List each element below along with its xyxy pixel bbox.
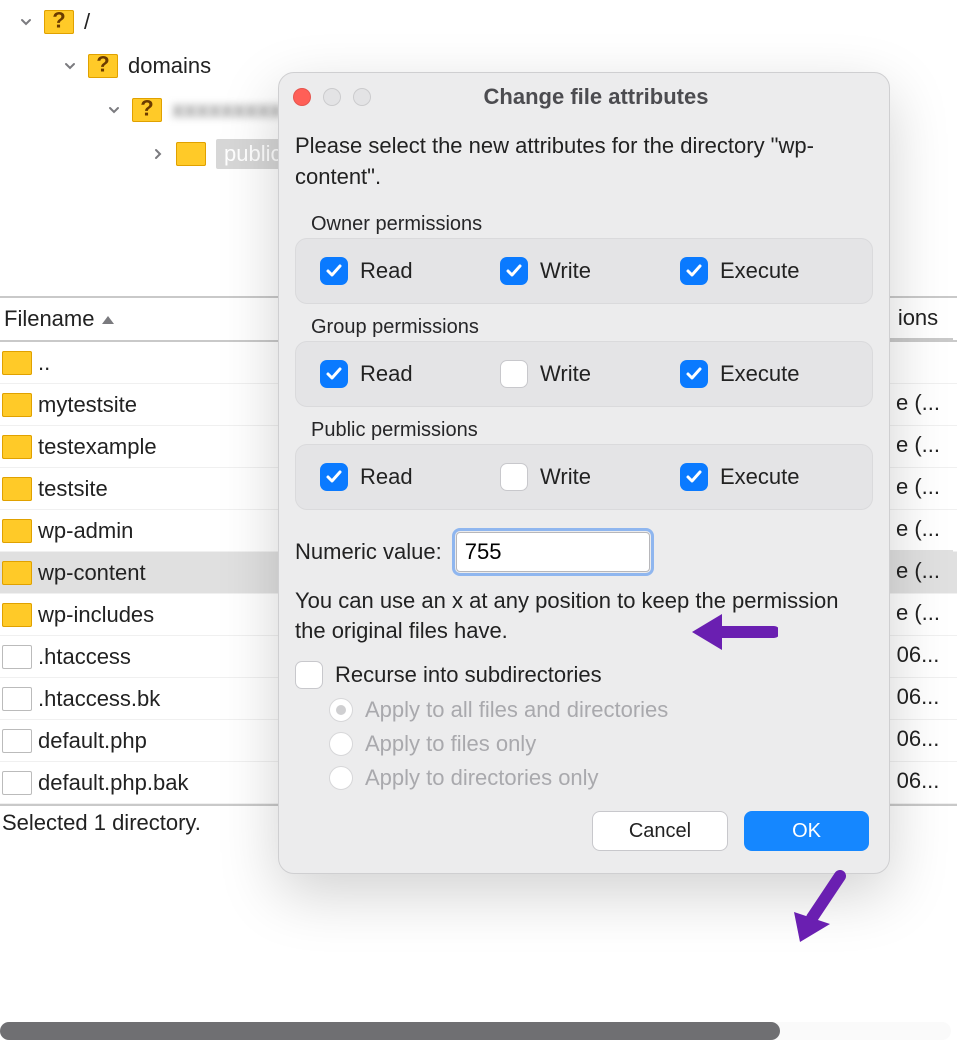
right-col-cell: 06... <box>883 718 953 760</box>
file-icon <box>2 771 32 795</box>
tree-level1-label[interactable]: domains <box>128 53 211 79</box>
right-col-cell: e (... <box>883 424 953 466</box>
public-read-label: Read <box>360 464 413 490</box>
dialog-instruction: Please select the new attributes for the… <box>295 131 873 193</box>
dialog-titlebar[interactable]: Change file attributes <box>279 73 889 121</box>
right-col-cell: 06... <box>883 676 953 718</box>
file-icon <box>2 645 32 669</box>
owner-execute-checkbox[interactable] <box>680 257 708 285</box>
numeric-label: Numeric value: <box>295 539 442 565</box>
group-read-label: Read <box>360 361 413 387</box>
sort-asc-icon[interactable] <box>100 306 116 332</box>
ok-button[interactable]: OK <box>744 811 869 851</box>
scrollbar-thumb[interactable] <box>0 1022 780 1040</box>
public-read-checkbox[interactable] <box>320 463 348 491</box>
tree-level2-label[interactable]: xxxxxxxxx <box>172 97 282 123</box>
chevron-down-icon[interactable] <box>60 56 80 76</box>
right-col-cell: e (... <box>883 466 953 508</box>
folder-icon <box>2 561 32 585</box>
chevron-down-icon[interactable] <box>104 100 124 120</box>
group-execute-checkbox[interactable] <box>680 360 708 388</box>
group-execute-label: Execute <box>720 361 800 387</box>
right-col-cell: 06... <box>883 634 953 676</box>
recurse-label: Recurse into subdirectories <box>335 662 602 688</box>
public-execute-label: Execute <box>720 464 800 490</box>
folder-icon <box>2 519 32 543</box>
group-permissions-label: Group permissions <box>295 304 873 341</box>
owner-write-label: Write <box>540 258 591 284</box>
folder-question-icon <box>44 10 74 34</box>
folder-icon <box>2 393 32 417</box>
tree-root-label[interactable]: / <box>84 9 90 35</box>
window-close-button[interactable] <box>293 88 311 106</box>
right-col-cell: e (... <box>883 382 953 424</box>
apply-all-radio <box>329 698 353 722</box>
right-col-cell: e (... <box>883 592 953 634</box>
chevron-right-icon[interactable] <box>148 144 168 164</box>
numeric-value-input[interactable] <box>456 532 650 572</box>
owner-execute-label: Execute <box>720 258 800 284</box>
folder-icon <box>2 603 32 627</box>
cancel-button[interactable]: Cancel <box>592 811 728 851</box>
group-write-checkbox[interactable] <box>500 360 528 388</box>
folder-icon <box>2 435 32 459</box>
horizontal-scrollbar[interactable] <box>0 1022 951 1040</box>
right-col-cell <box>883 340 953 382</box>
public-permissions-box: Read Write Execute <box>295 444 873 510</box>
owner-write-checkbox[interactable] <box>500 257 528 285</box>
group-permissions-box: Read Write Execute <box>295 341 873 407</box>
folder-question-icon <box>88 54 118 78</box>
owner-read-label: Read <box>360 258 413 284</box>
folder-icon <box>2 477 32 501</box>
owner-permissions-label: Owner permissions <box>295 201 873 238</box>
public-execute-checkbox[interactable] <box>680 463 708 491</box>
chevron-down-icon[interactable] <box>16 12 36 32</box>
apply-dirs-label: Apply to directories only <box>365 765 599 791</box>
recurse-checkbox[interactable] <box>295 661 323 689</box>
apply-all-label: Apply to all files and directories <box>365 697 668 723</box>
public-permissions-label: Public permissions <box>295 407 873 444</box>
apply-files-label: Apply to files only <box>365 731 536 757</box>
folder-icon <box>176 142 206 166</box>
apply-dirs-radio <box>329 766 353 790</box>
right-col-cell: e (... <box>883 508 953 550</box>
public-write-label: Write <box>540 464 591 490</box>
col-filename[interactable]: Filename <box>4 306 94 332</box>
folder-icon <box>2 351 32 375</box>
group-read-checkbox[interactable] <box>320 360 348 388</box>
folder-question-icon <box>132 98 162 122</box>
apply-files-radio <box>329 732 353 756</box>
col-right-header[interactable]: ions <box>883 296 953 340</box>
owner-permissions-box: Read Write Execute <box>295 238 873 304</box>
group-write-label: Write <box>540 361 591 387</box>
owner-read-checkbox[interactable] <box>320 257 348 285</box>
change-attributes-dialog: Change file attributes Please select the… <box>278 72 890 874</box>
right-col-scraps: ions e (...e (...e (... e (...e (...e (.… <box>883 296 953 802</box>
annotation-arrow-icon <box>790 870 850 950</box>
file-icon <box>2 687 32 711</box>
right-col-cell: e (... <box>883 550 953 592</box>
public-write-checkbox[interactable] <box>500 463 528 491</box>
right-col-cell: 06... <box>883 760 953 802</box>
numeric-hint: You can use an x at any position to keep… <box>295 586 873 648</box>
dialog-title: Change file attributes <box>317 84 875 110</box>
file-icon <box>2 729 32 753</box>
